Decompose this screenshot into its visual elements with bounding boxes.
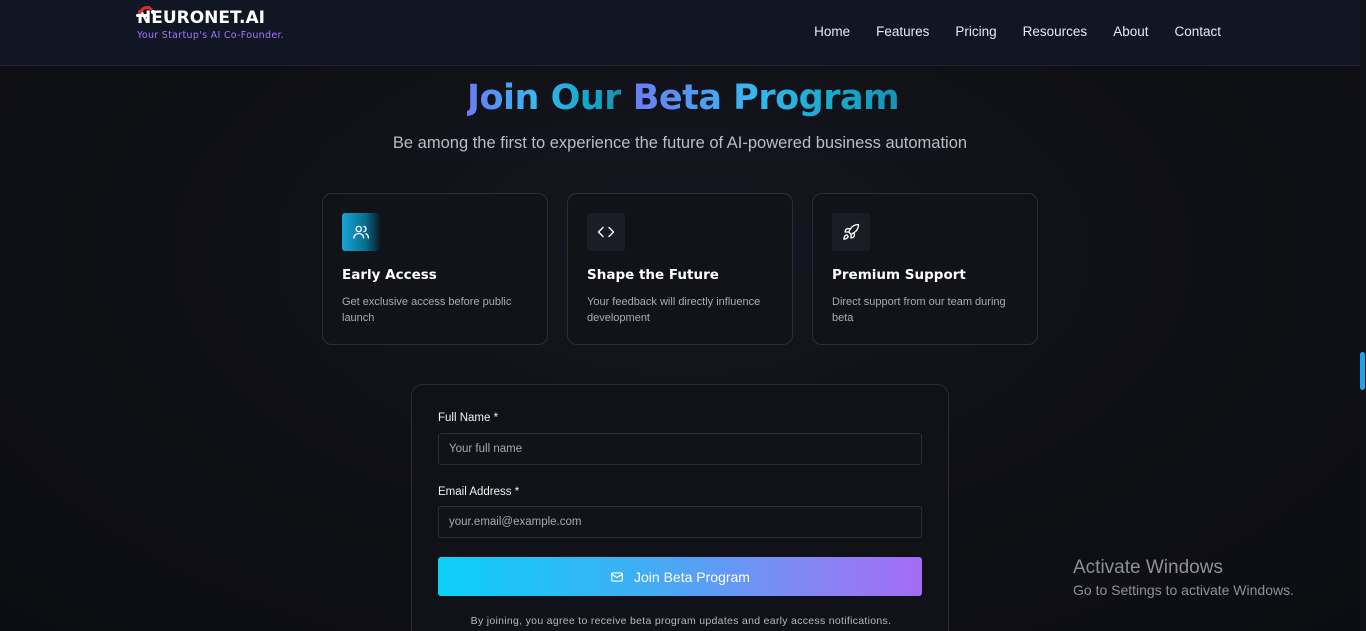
watermark-title: Activate Windows [1073, 557, 1223, 578]
consent-text: By joining, you agree to receive beta pr… [470, 615, 892, 627]
nav-contact[interactable]: Contact [1174, 24, 1221, 39]
card-title: Premium Support [832, 267, 966, 283]
windows-activation-watermark: Activate Windows Go to Settings to activ… [1073, 557, 1294, 598]
users-icon [342, 213, 380, 251]
email-label: Email Address * [438, 486, 520, 498]
brand-tagline: Your Startup's AI Co-Founder. [137, 30, 285, 41]
santa-hat-icon [136, 5, 155, 17]
page-title-part1: Join Our [466, 78, 622, 118]
brand-name: NEURONET.AI [137, 8, 265, 28]
full-name-input[interactable] [438, 433, 922, 465]
feature-card-early-access: Early Access Get exclusive access before… [322, 193, 548, 345]
mail-icon [611, 571, 623, 582]
nav-about[interactable]: About [1113, 24, 1148, 39]
email-input[interactable] [438, 506, 922, 538]
card-title: Shape the Future [587, 267, 719, 283]
card-description: Your feedback will directly influence de… [587, 296, 761, 324]
main-nav: Home Features Pricing Resources About Co… [788, 24, 1221, 39]
card-description: Get exclusive access before public launc… [342, 296, 512, 324]
page-title-part2: Beta Program [632, 78, 900, 118]
beta-signup-form: Full Name * Email Address * Join Beta Pr… [411, 384, 949, 631]
page-subtitle: Be among the first to experience the fut… [392, 134, 968, 152]
join-beta-button-label: Join Beta Program [634, 568, 750, 585]
nav-home[interactable]: Home [814, 24, 850, 39]
nav-resources[interactable]: Resources [1023, 24, 1088, 39]
feature-card-shape-future: Shape the Future Your feedback will dire… [567, 193, 793, 345]
top-navbar: NEURONET.AI Your Startup's AI Co-Founder… [0, 0, 1366, 66]
brand-logo-link[interactable]: NEURONET.AI Your Startup's AI Co-Founder… [136, 5, 285, 41]
nav-features[interactable]: Features [876, 24, 929, 39]
card-title: Early Access [342, 267, 437, 283]
join-beta-button[interactable]: Join Beta Program [438, 557, 922, 596]
scrollbar-thumb[interactable] [1360, 352, 1365, 390]
watermark-subtitle: Go to Settings to activate Windows. [1073, 582, 1294, 598]
full-name-label: Full Name * [438, 412, 499, 424]
code-icon [587, 213, 625, 251]
page-title: Join Our Beta Program [0, 78, 1366, 118]
nav-pricing[interactable]: Pricing [955, 24, 996, 39]
feature-card-premium-support: Premium Support Direct support from our … [812, 193, 1038, 345]
rocket-icon [832, 213, 870, 251]
card-description: Direct support from our team during beta [832, 296, 1006, 324]
